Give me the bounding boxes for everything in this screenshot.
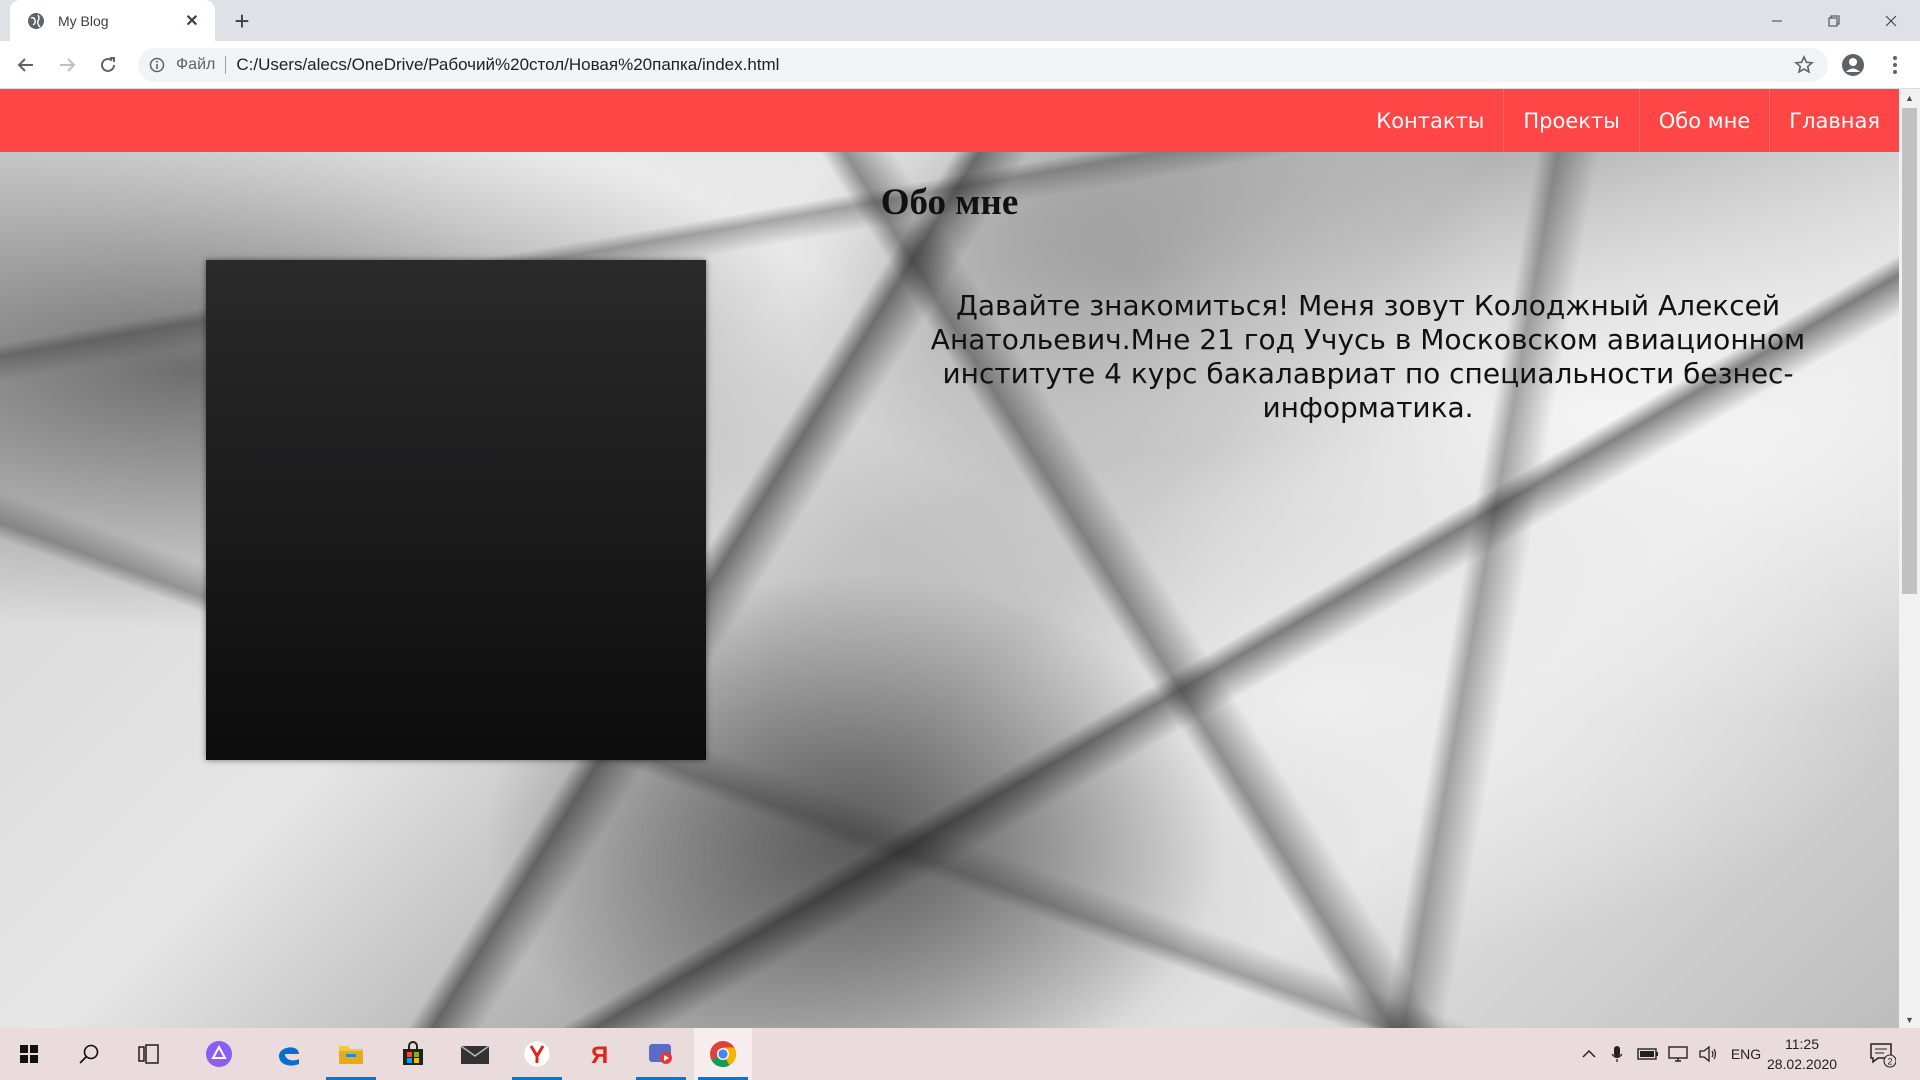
profile-avatar-icon[interactable]: [1838, 50, 1868, 80]
notification-count: 2: [1887, 1057, 1892, 1067]
more-menu-icon[interactable]: [1880, 50, 1910, 80]
back-arrow-icon[interactable]: [10, 49, 42, 81]
battery-icon[interactable]: [1636, 1028, 1660, 1080]
bookmark-star-icon[interactable]: [1794, 55, 1814, 75]
close-window-icon[interactable]: [1862, 0, 1920, 41]
mail-icon[interactable]: [446, 1028, 504, 1080]
close-tab-icon[interactable]: ✕: [181, 10, 203, 32]
profile-photo: [206, 260, 706, 760]
media-app-icon[interactable]: [632, 1028, 690, 1080]
svg-text:Я: Я: [591, 1042, 608, 1068]
nav-link-contacts[interactable]: Контакты: [1357, 89, 1503, 152]
volume-icon[interactable]: [1696, 1028, 1720, 1080]
clock-date: 28.02.2020: [1766, 1056, 1838, 1072]
scroll-down-arrow-icon[interactable]: ▼: [1899, 1011, 1920, 1028]
minimize-icon[interactable]: [1748, 0, 1806, 41]
show-hidden-icons-chevron-icon[interactable]: [1578, 1028, 1600, 1080]
scrollbar-thumb[interactable]: [1902, 108, 1917, 594]
scroll-up-arrow-icon[interactable]: ▲: [1899, 89, 1920, 106]
page-title: Обо мне: [880, 182, 1019, 223]
cortana-icon[interactable]: [190, 1028, 248, 1080]
bio-text: Давайте знакомиться! Меня зовут Колоджны…: [930, 289, 1806, 424]
restore-icon[interactable]: [1805, 0, 1863, 41]
address-bar[interactable]: Файл C:/Users/alecs/OneDrive/Рабочий%20с…: [138, 48, 1828, 82]
windows-start-icon[interactable]: [0, 1028, 58, 1080]
search-icon[interactable]: [60, 1028, 118, 1080]
info-icon[interactable]: [148, 56, 166, 74]
tab-title: My Blog: [58, 12, 109, 29]
task-view-icon[interactable]: [120, 1028, 178, 1080]
chrome-icon[interactable]: [694, 1028, 752, 1080]
windows-taskbar: Я ENG 11:25 28.02.2020 2: [0, 1028, 1920, 1080]
tab-strip: My Blog ✕ +: [0, 0, 1920, 41]
file-explorer-icon[interactable]: [322, 1028, 380, 1080]
omnibox-divider: [225, 56, 227, 74]
browser-tab[interactable]: My Blog ✕: [10, 0, 215, 41]
forward-arrow-icon[interactable]: [51, 49, 83, 81]
network-icon[interactable]: [1666, 1028, 1690, 1080]
file-scheme-label: Файл: [176, 56, 216, 73]
url-text[interactable]: C:/Users/alecs/OneDrive/Рабочий%20стол/Н…: [236, 55, 779, 75]
yandex-icon[interactable]: Я: [570, 1028, 628, 1080]
nav-link-projects[interactable]: Проекты: [1503, 89, 1638, 152]
clock-time: 11:25: [1785, 1036, 1819, 1052]
store-icon[interactable]: [384, 1028, 442, 1080]
microphone-icon[interactable]: [1606, 1028, 1628, 1080]
reload-icon[interactable]: [92, 49, 124, 81]
new-tab-button[interactable]: +: [228, 7, 256, 35]
vertical-scrollbar[interactable]: ▲ ▼: [1899, 89, 1920, 1028]
site-navbar: Контакты Проекты Обо мне Главная: [0, 89, 1899, 152]
yandex-browser-icon[interactable]: [508, 1028, 566, 1080]
globe-icon: [26, 11, 46, 31]
page-viewport: Контакты Проекты Обо мне Главная Обо мне…: [0, 89, 1899, 1028]
browser-toolbar: Файл C:/Users/alecs/OneDrive/Рабочий%20с…: [0, 41, 1920, 89]
edge-icon[interactable]: [260, 1028, 318, 1080]
nav-link-home[interactable]: Главная: [1769, 89, 1899, 152]
nav-link-about[interactable]: Обо мне: [1638, 89, 1770, 152]
action-center-icon[interactable]: 2: [1862, 1028, 1902, 1080]
system-clock[interactable]: 11:25 28.02.2020: [1760, 1034, 1844, 1074]
